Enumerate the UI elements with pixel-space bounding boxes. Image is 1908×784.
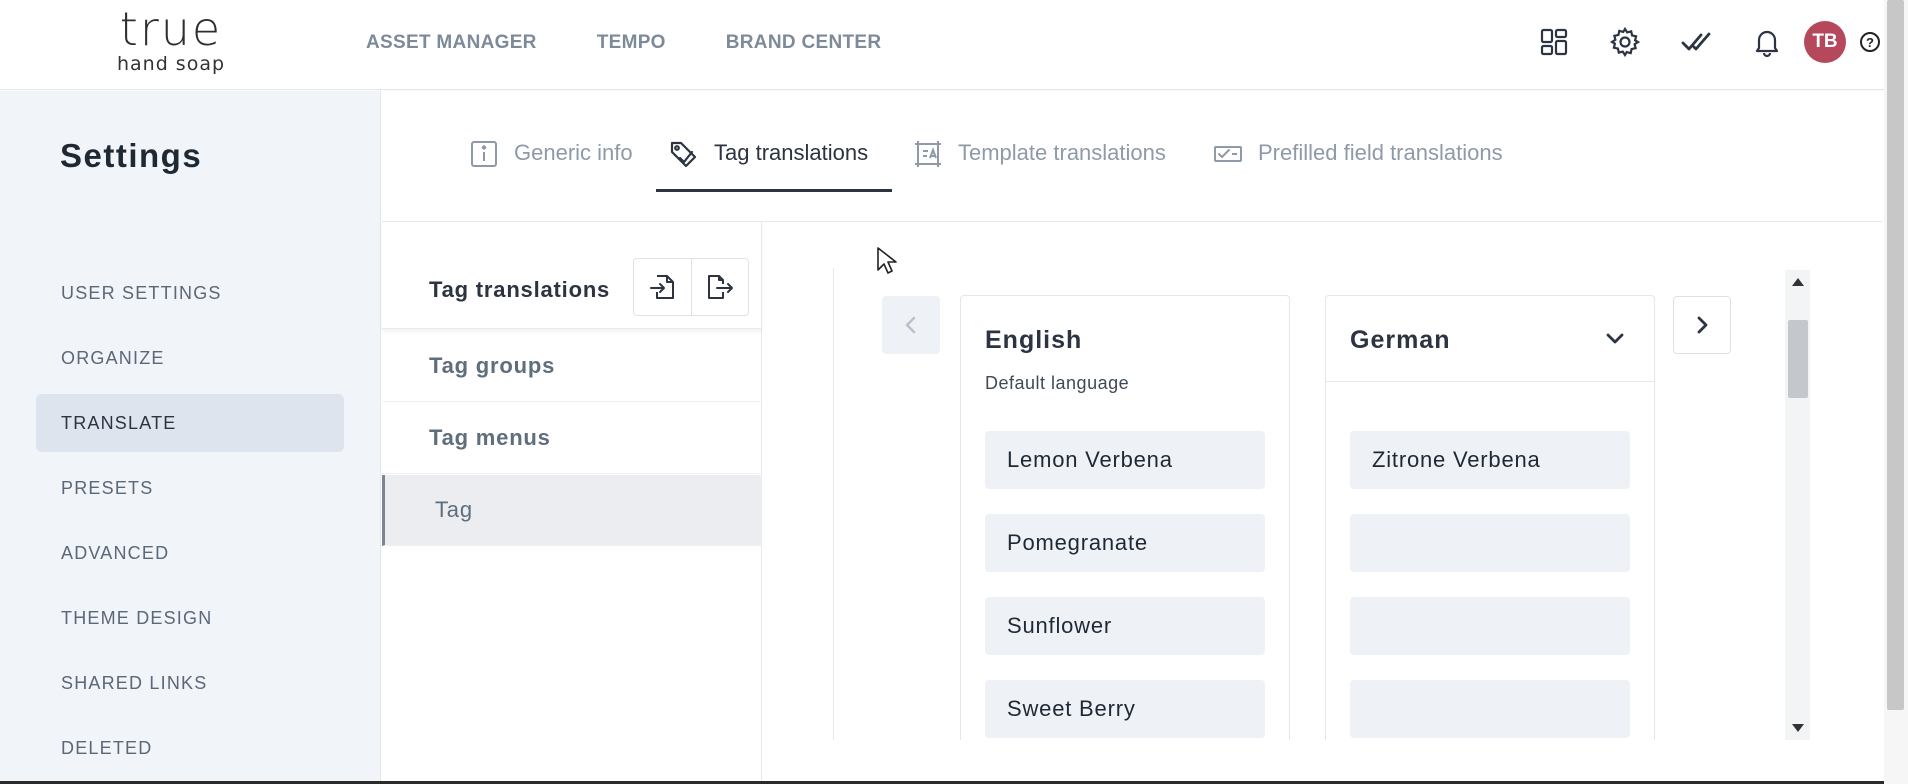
top-bar: true hand soap ASSET MANAGER TEMPO BRAND… — [0, 0, 1908, 90]
active-tab-indicator — [656, 189, 892, 192]
divider — [833, 268, 834, 740]
scroll-up-arrow[interactable] — [1792, 278, 1804, 286]
user-avatar[interactable]: TB — [1804, 21, 1846, 63]
columns-scrollbar[interactable] — [1785, 270, 1810, 740]
translation-input[interactable] — [1350, 680, 1630, 738]
sidebar-item-shared-links[interactable]: SHARED LINKS — [36, 654, 344, 712]
header-actions — [1534, 22, 1818, 62]
list-item-tag[interactable]: Tag — [382, 475, 762, 546]
nav-asset-manager[interactable]: ASSET MANAGER — [366, 32, 537, 54]
source-language-column: English Default language Lemon Verbena P… — [960, 295, 1290, 740]
previous-language-button[interactable] — [882, 296, 940, 354]
panel-title: Tag translations — [429, 277, 611, 302]
import-export-group — [633, 258, 749, 316]
sidebar-item-user-settings[interactable]: USER SETTINGS — [36, 264, 344, 322]
nav-brand-center[interactable]: BRAND CENTER — [726, 32, 882, 54]
default-language-label: Default language — [985, 373, 1130, 393]
top-navigation: ASSET MANAGER TEMPO BRAND CENTER — [366, 32, 881, 54]
translation-input[interactable] — [1350, 514, 1630, 572]
panel-header: Tag translations — [382, 222, 762, 329]
chevron-left-icon — [905, 316, 916, 334]
source-value: Lemon Verbena — [985, 431, 1265, 489]
sidebar-item-advanced[interactable]: ADVANCED — [36, 524, 344, 582]
source-value: Sweet Berry — [985, 680, 1265, 738]
sidebar-item-translate[interactable]: TRANSLATE — [36, 394, 344, 452]
help-icon[interactable]: ? — [1860, 32, 1880, 52]
template-icon — [915, 141, 941, 167]
translation-input[interactable] — [1350, 597, 1630, 655]
source-language-name: English — [985, 326, 1083, 354]
tab-label: Template translations — [958, 140, 1166, 165]
apps-grid-icon[interactable] — [1534, 22, 1574, 62]
export-file-icon — [708, 275, 733, 299]
gear-icon[interactable] — [1605, 22, 1645, 62]
sidebar-item-theme-design[interactable]: THEME DESIGN — [36, 589, 344, 647]
tab-generic-info[interactable]: Generic info — [468, 140, 633, 196]
import-file-icon — [649, 275, 674, 299]
tag-icon — [670, 141, 697, 168]
target-language-select[interactable]: German — [1350, 326, 1450, 355]
mouse-cursor-icon — [877, 247, 897, 274]
import-button[interactable] — [634, 259, 691, 315]
bell-icon[interactable] — [1747, 22, 1787, 62]
scroll-down-arrow[interactable] — [1792, 724, 1804, 732]
brand-logo[interactable]: true hand soap — [116, 4, 226, 74]
logo-main-text: true — [119, 2, 223, 56]
translation-input[interactable]: Zitrone Verbena — [1350, 431, 1630, 489]
tag-translations-panel: Tag translations Tag groups Tag menus Ta… — [382, 222, 762, 784]
sidebar-item-presets[interactable]: PRESETS — [36, 459, 344, 517]
page-scrollbar[interactable] — [1884, 0, 1908, 784]
sidebar-item-organize[interactable]: ORGANIZE — [36, 329, 344, 387]
tab-tag-translations[interactable]: Tag translations — [668, 140, 868, 196]
sidebar-item-deleted[interactable]: DELETED — [36, 719, 344, 777]
double-check-icon[interactable] — [1676, 22, 1716, 62]
logo-sub-text: hand soap — [116, 53, 226, 75]
tab-prefilled-field-translations[interactable]: Prefilled field translations — [1212, 140, 1503, 196]
column-separator — [1326, 381, 1654, 382]
settings-sidebar: Settings USER SETTINGS ORGANIZE TRANSLAT… — [0, 91, 381, 784]
source-value: Sunflower — [985, 597, 1265, 655]
nav-tempo[interactable]: TEMPO — [597, 32, 666, 54]
info-icon — [471, 141, 497, 167]
page-scroll-thumb[interactable] — [1887, 0, 1904, 710]
prefilled-field-icon — [1214, 146, 1242, 162]
chevron-down-icon[interactable] — [1600, 324, 1630, 354]
tab-label: Prefilled field translations — [1258, 140, 1503, 165]
source-value: Pomegranate — [985, 514, 1265, 572]
page-title: Settings — [60, 137, 203, 174]
tab-template-translations[interactable]: Template translations — [912, 140, 1166, 196]
tab-label: Generic info — [514, 140, 633, 165]
list-item-tag-menus[interactable]: Tag menus — [382, 403, 762, 474]
list-item-tag-groups[interactable]: Tag groups — [382, 331, 762, 402]
target-language-column: German Zitrone Verbena — [1325, 295, 1655, 740]
next-language-button[interactable] — [1673, 296, 1731, 354]
scroll-thumb[interactable] — [1788, 320, 1808, 398]
chevron-right-icon — [1697, 316, 1708, 334]
tab-label: Tag translations — [714, 140, 869, 165]
export-button[interactable] — [691, 259, 748, 315]
